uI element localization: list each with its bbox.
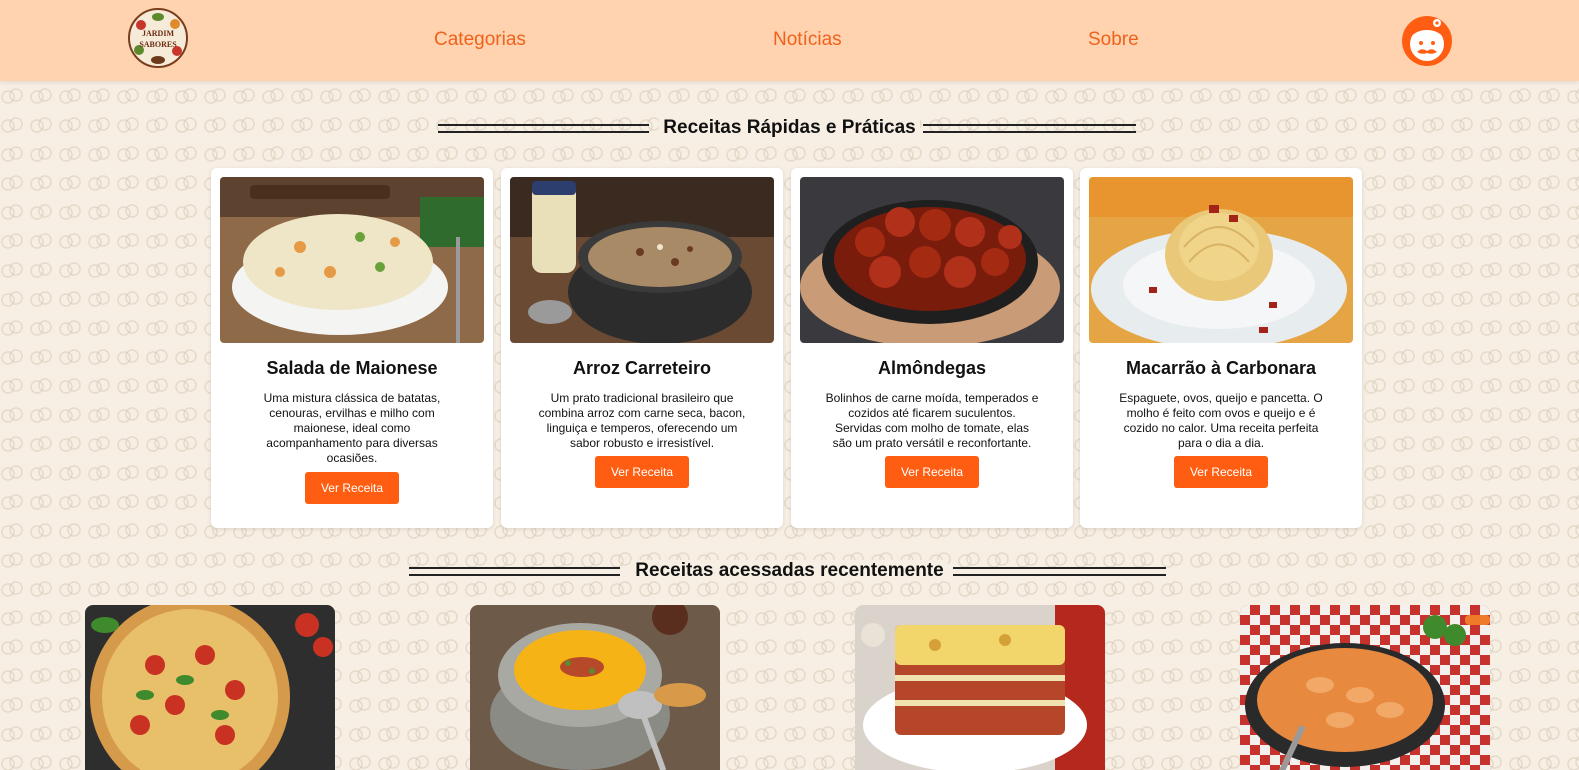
recipe-name: Almôndegas [877,358,987,378]
view-recipe-button[interactable]: Ver Receita [305,472,399,504]
recipe-name: Arroz Carreteiro [572,358,712,378]
recipe-description: Um prato tradicional brasileiro que comb… [538,391,746,450]
recipe-photo-arroz [510,177,774,343]
recipe-name: Macarrão à Carbonara [1125,358,1317,378]
logo-text-bottom: SABORES [139,40,177,49]
recipe-card: Arroz Carreteiro Um prato tradicional br… [501,168,783,528]
recent-recipe-soup[interactable] [470,605,720,770]
recipe-card: Salada de Maionese Uma mistura clássica … [211,168,493,528]
recipe-photo-salada [220,177,484,343]
recipe-card: Macarrão à Carbonara Espaguete, ovos, qu… [1080,168,1362,528]
chef-avatar-icon[interactable] [1400,14,1454,68]
view-recipe-button[interactable]: Ver Receita [595,456,689,488]
recipe-description: Bolinhos de carne moída, temperados e co… [825,391,1039,450]
section-title-quick: Receitas Rápidas e Práticas [0,117,1579,139]
nav-link-categorias[interactable]: Categorias [434,29,526,51]
recent-recipe-stroganoff[interactable] [1240,605,1490,770]
logo-text-top: JARDIM [142,29,174,38]
navbar: JARDIM SABORES Categorias Notícias Sobre [0,0,1579,81]
recipe-photo-carbonara [1089,177,1353,343]
section-title-recent: Receitas acessadas recentemente [0,560,1579,582]
recent-recipe-lasagna[interactable] [855,605,1105,770]
nav-link-sobre[interactable]: Sobre [1088,29,1139,51]
site-logo[interactable]: JARDIM SABORES [127,7,189,69]
recent-recipe-pizza[interactable] [85,605,335,770]
view-recipe-button[interactable]: Ver Receita [885,456,979,488]
view-recipe-button[interactable]: Ver Receita [1174,456,1268,488]
recipe-name: Salada de Maionese [266,358,438,378]
recipe-card: Almôndegas Bolinhos de carne moída, temp… [791,168,1073,528]
recipe-description: Espaguete, ovos, queijo e pancetta. O mo… [1119,391,1323,450]
nav-link-noticias[interactable]: Notícias [773,29,842,51]
recipe-photo-almondegas [800,177,1064,343]
recipe-description: Uma mistura clássica de batatas, cenoura… [263,391,441,465]
